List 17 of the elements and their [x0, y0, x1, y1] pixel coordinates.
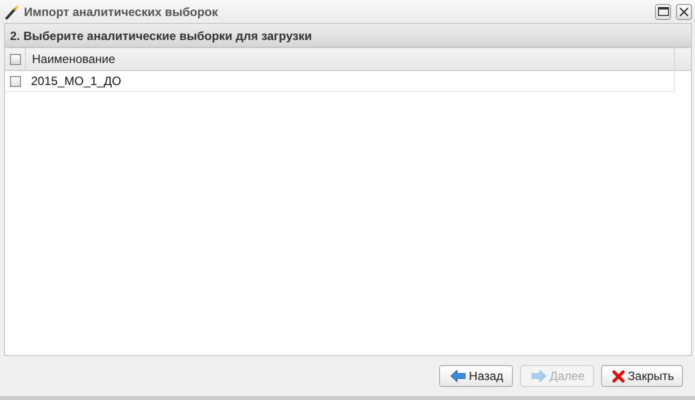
right-arrow-icon [530, 370, 547, 382]
window-title: Импорт аналитических выборок [24, 4, 218, 18]
close-button[interactable] [676, 4, 692, 20]
maximize-button[interactable] [655, 4, 671, 20]
left-arrow-icon [450, 370, 466, 382]
maximize-icon [658, 7, 668, 16]
table-cell-text: 2015_МО_1_ДО [30, 73, 122, 90]
select-all-checkbox[interactable] [10, 54, 20, 64]
magic-wand-icon [4, 4, 20, 20]
close-icon [679, 6, 689, 16]
panel-title: 2. Выберите аналитические выборки для загрузки [10, 28, 312, 42]
cross-icon [612, 370, 625, 382]
close-button[interactable]: Закрыть [600, 365, 683, 387]
column-header[interactable]: Наименование [26, 48, 675, 70]
table-row[interactable]: 2015_МО_1_ДО [5, 71, 675, 92]
row-checkbox[interactable] [10, 76, 20, 86]
back-button[interactable]: Назад [438, 365, 513, 387]
